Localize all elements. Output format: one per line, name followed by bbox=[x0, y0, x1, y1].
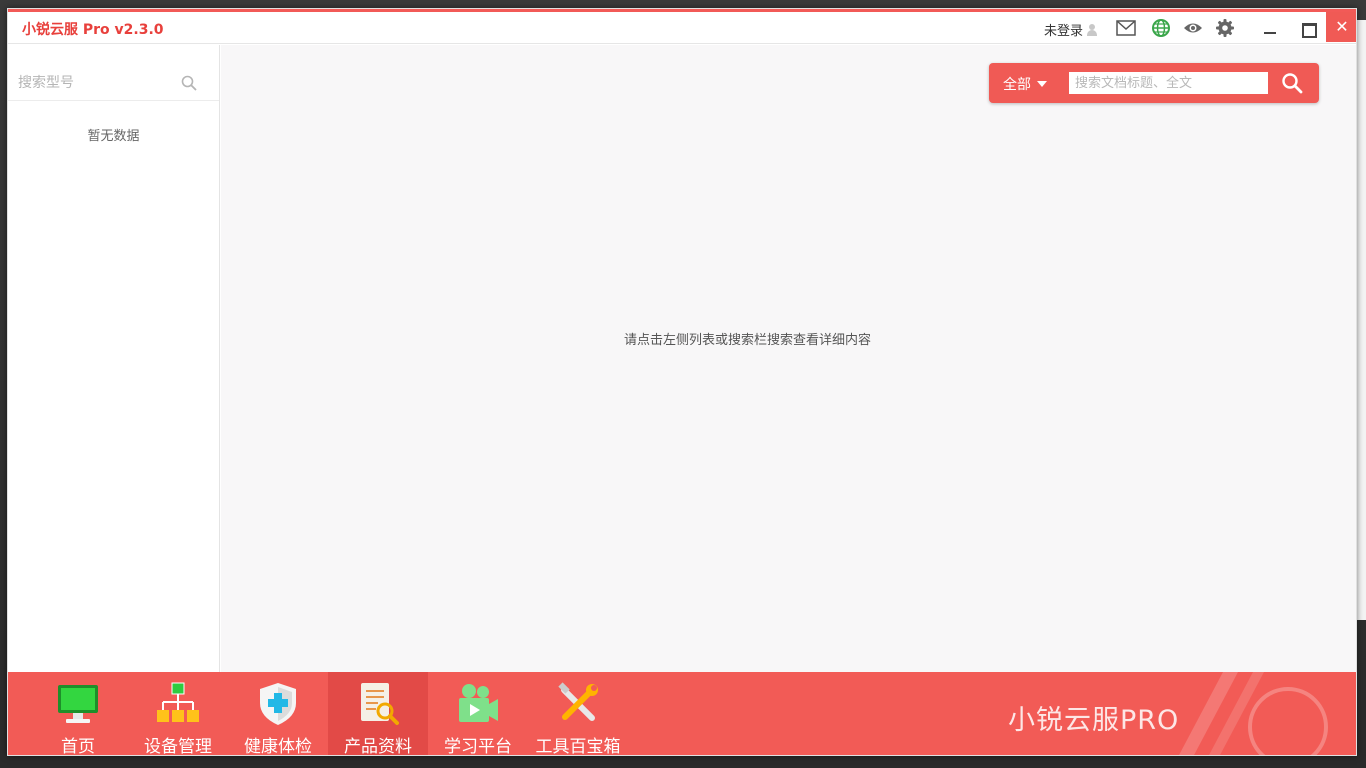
bottom-navigation: 首页 设备管理 健康体检 产品资料 学习平台 工具百宝箱 小锐云服PRO bbox=[8, 672, 1356, 756]
document-search-icon bbox=[361, 683, 399, 725]
video-camera-icon bbox=[459, 684, 498, 722]
shield-plus-icon bbox=[260, 683, 296, 725]
network-tree-icon bbox=[157, 682, 199, 722]
model-sidebar: 暂无数据 bbox=[8, 45, 220, 672]
nav-label: 学习平台 bbox=[444, 737, 512, 756]
login-label: 未登录 bbox=[1044, 24, 1084, 39]
maximize-button[interactable] bbox=[1296, 16, 1320, 40]
title-bar: 小锐云服 Pro v2.3.0 未登录 ✕ bbox=[8, 12, 1356, 44]
app-title: 小锐云服 Pro v2.3.0 bbox=[22, 22, 164, 38]
model-search-bar bbox=[8, 45, 219, 101]
login-status[interactable]: 未登录 bbox=[1044, 20, 1098, 39]
nav-health-check[interactable]: 健康体检 bbox=[228, 672, 328, 756]
nav-home[interactable]: 首页 bbox=[28, 672, 128, 756]
nav-device-management[interactable]: 设备管理 bbox=[128, 672, 228, 756]
nav-label: 设备管理 bbox=[144, 737, 212, 756]
document-search-input[interactable] bbox=[1069, 72, 1268, 94]
nav-toolbox[interactable]: 工具百宝箱 bbox=[528, 672, 628, 756]
nav-label: 健康体检 bbox=[244, 737, 312, 756]
nav-product-docs[interactable]: 产品资料 bbox=[328, 672, 428, 756]
empty-list-message: 暂无数据 bbox=[87, 129, 140, 144]
search-scope-label: 全部 bbox=[1003, 77, 1031, 93]
search-icon[interactable] bbox=[181, 75, 197, 91]
tools-icon bbox=[558, 682, 598, 721]
mail-icon[interactable] bbox=[1116, 18, 1136, 38]
globe-icon[interactable] bbox=[1151, 18, 1171, 38]
search-icon[interactable] bbox=[1281, 72, 1303, 94]
nav-learning-platform[interactable]: 学习平台 bbox=[428, 672, 528, 756]
nav-label: 产品资料 bbox=[344, 737, 412, 756]
empty-content-hint: 请点击左侧列表或搜索栏搜索查看详细内容 bbox=[623, 333, 871, 348]
app-window: 小锐云服 Pro v2.3.0 未登录 ✕ 搜索型号 暂无数据 全部 搜索文档标… bbox=[7, 8, 1357, 756]
eye-icon[interactable] bbox=[1183, 18, 1203, 38]
caret-down-icon bbox=[1037, 81, 1047, 87]
nav-label: 工具百宝箱 bbox=[535, 737, 621, 756]
document-search-box: 全部 bbox=[989, 63, 1319, 103]
minimize-button[interactable] bbox=[1258, 16, 1282, 40]
search-scope-dropdown[interactable]: 全部 bbox=[1003, 74, 1047, 94]
close-button[interactable]: ✕ bbox=[1326, 12, 1356, 42]
decorative-stripes bbox=[1179, 672, 1328, 755]
model-search-input[interactable] bbox=[18, 71, 178, 95]
nav-label: 首页 bbox=[61, 737, 95, 756]
gear-icon[interactable] bbox=[1215, 18, 1235, 38]
main-content: 全部 请点击左侧列表或搜索栏搜索查看详细内容 bbox=[221, 45, 1356, 672]
monitor-icon bbox=[58, 685, 98, 723]
user-icon bbox=[1087, 23, 1098, 36]
